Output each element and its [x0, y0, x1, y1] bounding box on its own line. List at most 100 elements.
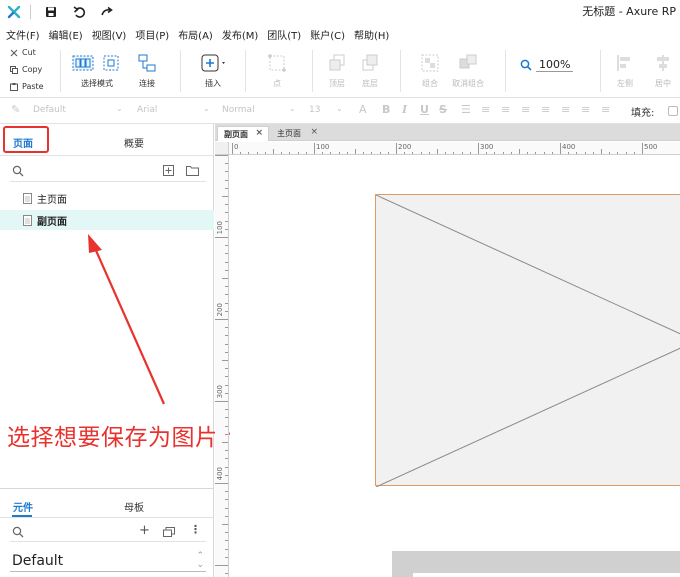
justify-text-icon[interactable]: ≡: [541, 103, 550, 116]
menu-account[interactable]: 账户(C): [310, 27, 345, 42]
toolbar-separator: [505, 50, 506, 92]
library-select[interactable]: Default ⌃ ⌄: [10, 550, 206, 572]
select-mode-button[interactable]: 选择模式: [72, 52, 122, 89]
text-color-icon[interactable]: A: [359, 103, 367, 116]
menu-help[interactable]: 帮助(H): [354, 27, 389, 42]
align-center-text-icon[interactable]: ≡: [501, 103, 510, 116]
menu-project[interactable]: 项目(P): [135, 27, 169, 42]
font-size-select[interactable]: 13: [309, 105, 320, 115]
font-weight-select[interactable]: Normal: [222, 105, 255, 115]
add-folder-icon[interactable]: [186, 165, 199, 176]
save-icon[interactable]: [37, 0, 65, 24]
ruler-label: 500: [644, 143, 658, 151]
redo-icon[interactable]: [93, 0, 121, 24]
search-icon[interactable]: [12, 526, 24, 538]
menu-view[interactable]: 视图(V): [92, 27, 127, 42]
menu-team[interactable]: 团队(T): [267, 27, 301, 42]
ruler-tick: [225, 163, 228, 165]
ruler-tick: [363, 152, 365, 154]
ruler-tick: [225, 212, 228, 214]
align-left-text-icon[interactable]: ≡: [481, 103, 490, 116]
ruler-tick: [576, 152, 578, 154]
tab-widgets[interactable]: 元件: [13, 499, 33, 514]
design-canvas[interactable]: [230, 156, 680, 577]
zoom-value[interactable]: 100%: [536, 58, 574, 72]
ruler-tick: [412, 152, 414, 154]
font-family-select[interactable]: Arial: [137, 105, 157, 115]
align-center-icon: [640, 52, 680, 74]
ruler-tick: [225, 204, 228, 206]
ruler-tick: [584, 152, 586, 154]
point-button[interactable]: 点: [252, 52, 302, 89]
tab-masters[interactable]: 母板: [124, 499, 144, 514]
doc-tab-label: 主页面: [277, 129, 301, 138]
ruler-tick: [225, 376, 228, 378]
ruler-label: 100: [216, 221, 224, 235]
list-icon[interactable]: ☰: [461, 103, 471, 116]
fill-color-swatch[interactable]: [668, 106, 678, 116]
search-icon[interactable]: [12, 165, 24, 177]
valign-top-icon[interactable]: ≡: [561, 103, 570, 116]
left-panel: 页面 概要 主页面 副页面 选择想要保存为图片的页面 元件 母板 + ⋮ Def…: [0, 124, 289, 577]
send-to-back-button[interactable]: 底层: [345, 52, 395, 89]
strikethrough-icon[interactable]: S: [439, 103, 447, 116]
chevron-down-icon: ⌄: [289, 104, 296, 113]
align-center-button[interactable]: 居中: [640, 52, 680, 89]
add-library-icon[interactable]: +: [139, 523, 150, 538]
undo-icon[interactable]: [65, 0, 93, 24]
ruler-tick: [225, 474, 228, 476]
toolbar-separator: [60, 50, 61, 92]
ruler-tick: [225, 573, 228, 575]
ruler-tick: [346, 152, 348, 154]
menu-layout[interactable]: 布局(A): [178, 27, 213, 42]
ruler-corner: [215, 142, 229, 155]
ruler-tick: [225, 253, 228, 255]
point-label: 点: [273, 79, 281, 88]
zoom-control[interactable]: 100%: [520, 58, 574, 72]
paste-button[interactable]: Paste: [10, 82, 44, 91]
doc-tab-sub[interactable]: 副页面 ×: [217, 126, 269, 141]
menu-publish[interactable]: 发布(M): [222, 27, 258, 42]
ungroup-button[interactable]: 取消组合: [443, 52, 493, 89]
ruler-tick: [222, 278, 228, 279]
ruler-tick: [215, 565, 228, 566]
underline-icon[interactable]: U: [420, 103, 429, 116]
ruler-tick: [437, 149, 438, 154]
ruler-tick: [240, 152, 242, 154]
ruler-tick: [232, 143, 233, 154]
tab-outline[interactable]: 概要: [124, 135, 144, 150]
menu-file[interactable]: 文件(F): [6, 27, 40, 42]
close-icon[interactable]: ×: [310, 127, 318, 137]
ruler-tick: [222, 196, 228, 197]
ruler-label: 200: [216, 303, 224, 317]
ruler-tick: [215, 319, 228, 320]
library-menu-icon[interactable]: [163, 527, 175, 537]
style-select[interactable]: Default: [33, 105, 66, 115]
italic-icon[interactable]: I: [402, 103, 407, 116]
page-item-main[interactable]: 主页面: [0, 188, 214, 208]
canvas-shape-inner: [413, 573, 680, 577]
more-options-icon[interactable]: ⋮: [190, 523, 201, 536]
close-icon[interactable]: ×: [255, 128, 263, 138]
image-placeholder-widget[interactable]: [375, 194, 680, 487]
ruler-tick: [225, 187, 228, 189]
doc-tab-main[interactable]: 主页面 ×: [271, 126, 323, 141]
cut-button[interactable]: Cut: [10, 48, 36, 57]
page-item-sub[interactable]: 副页面: [0, 210, 214, 230]
insert-button[interactable]: 插入: [188, 52, 238, 89]
ruler-tick: [305, 152, 307, 154]
connect-button[interactable]: 连接: [122, 52, 172, 89]
ruler-tick: [519, 149, 520, 154]
valign-bottom-icon[interactable]: ≡: [601, 103, 610, 116]
copy-button[interactable]: Copy: [10, 65, 42, 74]
ruler-tick: [633, 152, 635, 154]
valign-middle-icon[interactable]: ≡: [581, 103, 590, 116]
add-page-icon[interactable]: [163, 165, 174, 176]
ruler-tick: [371, 152, 373, 154]
insert-label: 插入: [205, 79, 221, 88]
align-right-text-icon[interactable]: ≡: [521, 103, 530, 116]
bold-icon[interactable]: B: [382, 103, 390, 116]
ruler-tick: [225, 261, 228, 263]
menu-edit[interactable]: 编辑(E): [49, 27, 83, 42]
fill-label: 填充:: [631, 108, 655, 119]
